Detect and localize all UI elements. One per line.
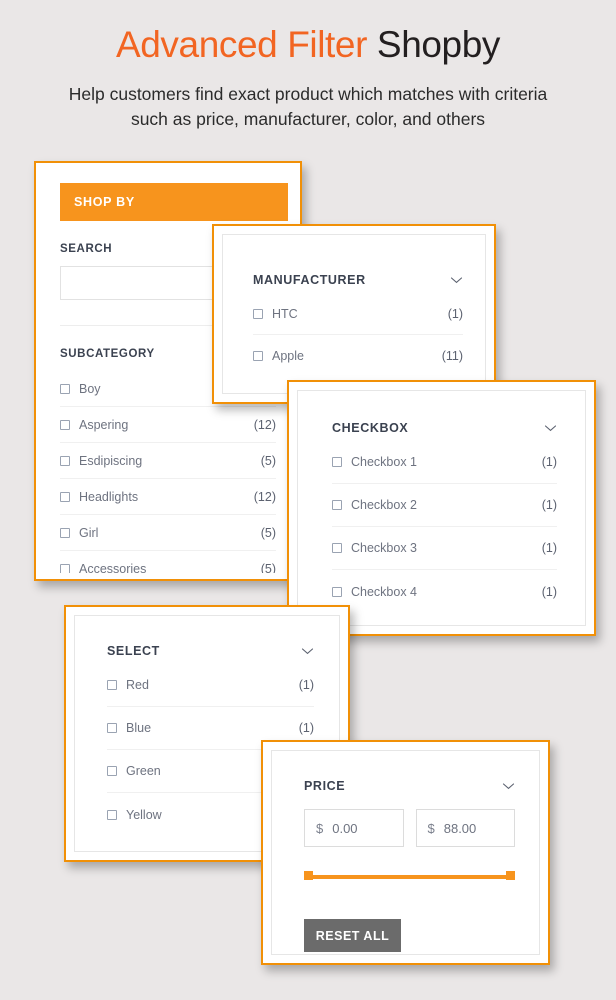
select-title: SELECT — [107, 644, 160, 658]
price-min-field[interactable]: $ 0.00 — [304, 809, 404, 847]
currency-symbol: $ — [316, 820, 324, 836]
price-title: PRICE — [304, 779, 346, 793]
checkbox-body: CHECKBOX Checkbox 1 (1) Checkbox 2 (1) C… — [332, 421, 557, 613]
chevron-down-icon[interactable] — [544, 424, 557, 432]
list-item[interactable]: Checkbox 2 (1) — [332, 484, 557, 527]
list-item-label: Checkbox 1 — [351, 455, 418, 469]
price-range-slider[interactable] — [304, 871, 515, 881]
list-item-label: Headlights — [79, 489, 139, 504]
chevron-down-icon[interactable] — [301, 647, 314, 655]
checkbox-icon[interactable] — [107, 766, 117, 776]
manufacturer-list: HTC (1) Apple (11) — [253, 293, 463, 377]
list-item-label: Checkbox 2 — [351, 498, 418, 512]
chevron-down-icon[interactable] — [502, 782, 515, 790]
list-item-count: (1) — [298, 721, 314, 735]
list-item[interactable]: Checkbox 1 (1) — [332, 441, 557, 484]
price-header[interactable]: PRICE — [304, 779, 515, 799]
list-item-count: (1) — [541, 455, 557, 469]
list-item-label: Green — [126, 764, 161, 778]
list-item-label: HTC — [272, 306, 298, 321]
list-item[interactable]: Checkbox 3 (1) — [332, 527, 557, 570]
list-item[interactable]: HTC (1) — [253, 293, 463, 335]
list-item-label: Aspering — [79, 417, 129, 432]
checkbox-icon[interactable] — [332, 543, 342, 553]
slider-track — [308, 874, 511, 879]
checkbox-icon[interactable] — [107, 723, 117, 733]
list-item-count: (11) — [441, 349, 463, 363]
list-item-label: Checkbox 4 — [351, 584, 418, 599]
manufacturer-header[interactable]: MANUFACTURER — [253, 273, 463, 293]
currency-symbol: $ — [427, 820, 435, 836]
list-item-count: (12) — [253, 489, 276, 504]
price-fields: $ 0.00 $ 88.00 — [304, 809, 515, 847]
page-root: Advanced Filter Shopby Help customers fi… — [0, 0, 616, 1000]
checkbox-icon[interactable] — [60, 455, 70, 466]
list-item[interactable]: Girl (5) — [60, 515, 276, 551]
checkbox-list: Checkbox 1 (1) Checkbox 2 (1) Checkbox 3… — [332, 441, 557, 613]
checkbox-icon[interactable] — [332, 457, 342, 467]
list-item-count: (5) — [260, 453, 276, 468]
select-header[interactable]: SELECT — [107, 644, 314, 664]
list-item-count: (1) — [447, 306, 463, 321]
slider-handle-max[interactable] — [506, 871, 515, 880]
checkbox-panel-inner: CHECKBOX Checkbox 1 (1) Checkbox 2 (1) C… — [297, 390, 586, 626]
list-item[interactable]: Checkbox 4 (1) — [332, 570, 557, 613]
slider-handle-min[interactable] — [304, 871, 313, 880]
list-item-count: (1) — [541, 498, 557, 512]
checkbox-title: CHECKBOX — [332, 421, 409, 435]
chevron-down-icon[interactable] — [450, 276, 463, 284]
checkbox-icon[interactable] — [107, 809, 117, 820]
list-item[interactable]: Aspering (12) — [60, 407, 276, 443]
manufacturer-title: MANUFACTURER — [253, 273, 366, 287]
list-item-label: Girl — [79, 525, 99, 540]
checkbox-icon[interactable] — [60, 564, 70, 573]
manufacturer-panel-inner: MANUFACTURER HTC (1) Apple (11) — [222, 234, 486, 394]
list-item[interactable]: Accessories (5) — [60, 551, 276, 573]
list-item-label: Accessories — [79, 562, 147, 573]
price-body: PRICE $ 0.00 $ 88.00 RESET ALL — [304, 779, 515, 952]
list-item-label: Esdipiscing — [79, 453, 143, 468]
list-item-count: (5) — [260, 525, 276, 540]
checkbox-icon[interactable] — [253, 351, 263, 361]
checkbox-icon[interactable] — [107, 680, 117, 690]
page-subtitle: Help customers find exact product which … — [68, 84, 548, 129]
manufacturer-body: MANUFACTURER HTC (1) Apple (11) — [253, 273, 463, 377]
page-title-rest: Shopby — [367, 24, 501, 65]
checkbox-icon[interactable] — [253, 308, 263, 319]
list-item-label: Checkbox 3 — [351, 541, 418, 555]
reset-all-button[interactable]: RESET ALL — [304, 919, 401, 952]
checkbox-icon[interactable] — [332, 586, 342, 597]
checkbox-icon[interactable] — [60, 419, 70, 430]
list-item-label: Yellow — [126, 807, 162, 822]
list-item[interactable]: Apple (11) — [253, 335, 463, 377]
list-item-count: (1) — [298, 678, 314, 692]
shopby-header-label: SHOP BY — [74, 195, 135, 209]
price-max-value: 88.00 — [443, 820, 477, 836]
page-title: Advanced Filter Shopby — [0, 24, 616, 66]
list-item[interactable]: Red (1) — [107, 664, 314, 707]
list-item-count: (1) — [541, 541, 557, 555]
price-panel-inner: PRICE $ 0.00 $ 88.00 RESET ALL — [271, 750, 540, 955]
list-item-label: Red — [126, 678, 149, 692]
list-item-label: Blue — [126, 721, 152, 735]
page-title-accent: Advanced Filter — [115, 24, 368, 65]
checkbox-icon[interactable] — [332, 500, 342, 510]
checkbox-header[interactable]: CHECKBOX — [332, 421, 557, 441]
list-item-count: (5) — [260, 562, 276, 573]
checkbox-icon[interactable] — [60, 527, 70, 538]
checkbox-icon[interactable] — [60, 491, 70, 502]
manufacturer-panel: MANUFACTURER HTC (1) Apple (11) — [212, 224, 496, 404]
checkbox-panel: CHECKBOX Checkbox 1 (1) Checkbox 2 (1) C… — [287, 380, 596, 636]
shopby-header: SHOP BY — [60, 183, 288, 221]
list-item-count: (12) — [253, 417, 276, 432]
price-max-field[interactable]: $ 88.00 — [415, 809, 515, 847]
list-item[interactable]: Esdipiscing (5) — [60, 443, 276, 479]
list-item-count: (1) — [541, 584, 557, 599]
list-item[interactable]: Headlights (12) — [60, 479, 276, 515]
price-panel: PRICE $ 0.00 $ 88.00 RESET ALL — [261, 740, 550, 965]
price-min-value: 0.00 — [332, 820, 358, 836]
checkbox-icon[interactable] — [60, 383, 70, 394]
list-item-label: Apple — [272, 349, 304, 363]
list-item-label: Boy — [79, 381, 101, 396]
